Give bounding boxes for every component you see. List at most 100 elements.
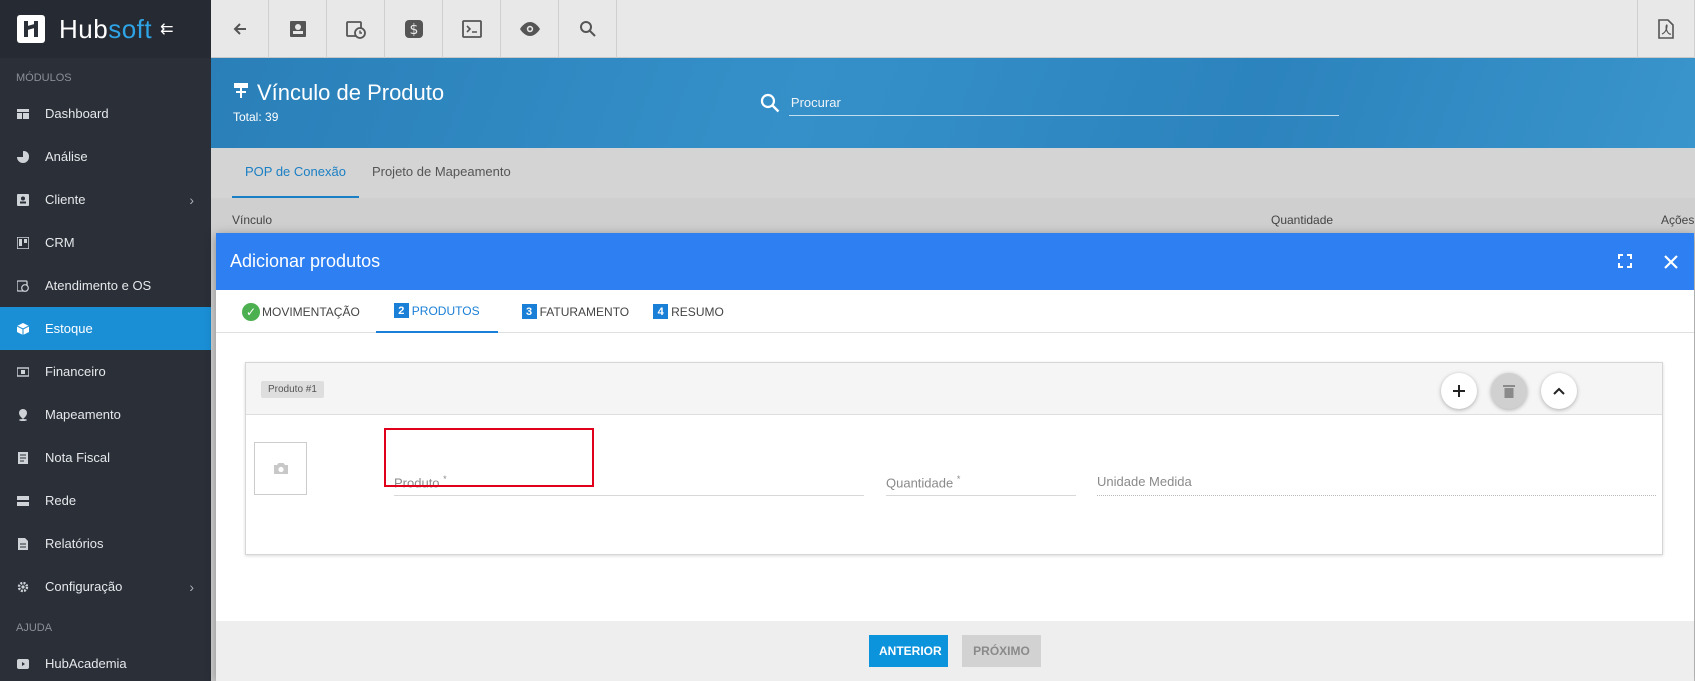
sidebar-item-label: Relatórios	[45, 536, 104, 551]
collapse-card-button[interactable]	[1541, 373, 1577, 409]
chevron-right-icon: ›	[189, 578, 194, 595]
step-label: MOVIMENTAÇÃO	[262, 304, 360, 319]
page-tabs: POP de Conexão Projeto de Mapeamento	[211, 148, 1695, 198]
sidebar-item-dashboard[interactable]: Dashboard	[0, 92, 211, 135]
chevron-right-icon: ›	[189, 191, 194, 208]
step-resumo[interactable]: 4 RESUMO	[653, 290, 724, 333]
sidebar-item-label: Dashboard	[45, 106, 109, 121]
section-label-modules: MÓDULOS	[16, 72, 72, 84]
quantidade-field[interactable]: Quantidade *	[886, 468, 1076, 496]
sidebar-item-nota-fiscal[interactable]: Nota Fiscal	[0, 436, 211, 479]
page-header: Vínculo de Produto Total: 39	[211, 58, 1695, 148]
back-button[interactable]	[211, 0, 269, 58]
table-header: Vínculo Quantidade Ações	[211, 206, 1695, 234]
sidebar-item-label: Rede	[45, 493, 77, 508]
pie-chart-icon	[17, 150, 29, 163]
sidebar-item-hubacademia[interactable]: HubAcademia	[0, 642, 211, 681]
search-bar	[760, 90, 1339, 116]
eye-icon	[519, 22, 540, 36]
section-label-help: AJUDA	[16, 622, 53, 634]
tab-pop-conexao[interactable]: POP de Conexão	[232, 148, 359, 198]
next-button[interactable]: PRÓXIMO	[962, 635, 1041, 667]
sidebar-item-label: Mapeamento	[45, 407, 121, 422]
sidebar-item-atendimento[interactable]: Atendimento e OS	[0, 264, 211, 307]
check-circle-icon: ✓	[242, 302, 260, 321]
client-button[interactable]	[269, 0, 327, 58]
search-input[interactable]	[790, 95, 1339, 110]
view-button[interactable]	[501, 0, 559, 58]
search-button[interactable]	[559, 0, 617, 58]
collapse-sidebar-icon[interactable]: ⇇	[160, 19, 173, 39]
fullscreen-button[interactable]	[1602, 253, 1648, 270]
map-pin-icon	[19, 408, 27, 421]
wizard-steps: ✓ MOVIMENTAÇÃO 2 PRODUTOS 3 FATURAMENTO …	[216, 290, 1694, 333]
pdf-file-icon	[1658, 19, 1674, 39]
add-product-button[interactable]	[1441, 373, 1477, 409]
step-number: 2	[393, 303, 409, 318]
logo-bar: Hubsoft ⇇	[0, 0, 211, 58]
gear-icon	[17, 581, 29, 592]
schedule-button[interactable]	[327, 0, 385, 58]
required-mark: *	[956, 474, 961, 484]
modal-title: Adicionar produtos	[230, 251, 381, 271]
calendar-clock-icon	[17, 279, 29, 292]
dashboard-icon	[17, 108, 29, 119]
step-movimentacao[interactable]: ✓ MOVIMENTAÇÃO	[242, 290, 360, 333]
close-icon	[1664, 254, 1678, 269]
product-photo-placeholder[interactable]	[254, 442, 307, 495]
server-icon	[17, 495, 29, 506]
sidebar-item-label: Configuração	[45, 579, 123, 594]
sidebar-item-configuracao[interactable]: Configuração ›	[0, 565, 211, 608]
previous-button[interactable]: ANTERIOR	[869, 635, 948, 667]
column-acoes: Ações	[1661, 213, 1695, 227]
top-toolbar: $	[211, 0, 1695, 58]
sidebar-item-label: CRM	[45, 235, 75, 250]
sidebar-item-estoque[interactable]: Estoque	[0, 307, 211, 350]
highlight-annotation	[384, 428, 594, 487]
modal-actions	[1602, 253, 1694, 270]
sidebar-item-analise[interactable]: Análise	[0, 135, 211, 178]
sidebar-item-label: Atendimento e OS	[45, 278, 152, 293]
column-quantidade: Quantidade	[1271, 213, 1334, 227]
sidebar-item-cliente[interactable]: Cliente ›	[0, 178, 211, 221]
step-produtos[interactable]: 2 PRODUTOS	[375, 290, 498, 333]
unidade-medida-field: Unidade Medida	[1097, 468, 1656, 496]
step-faturamento[interactable]: 3 FATURAMENTO	[521, 290, 630, 333]
sidebar: Hubsoft ⇇ MÓDULOS Dashboard Análise Clie…	[0, 0, 211, 681]
box-icon	[17, 322, 29, 335]
pin-icon	[233, 82, 249, 105]
sidebar-item-financeiro[interactable]: Financeiro	[0, 350, 211, 393]
step-label: FATURAMENTO	[539, 304, 630, 319]
dollar-icon: $	[404, 20, 423, 38]
product-number-chip: Produto #1	[261, 381, 324, 398]
camera-icon	[273, 463, 288, 474]
step-number: 3	[521, 304, 537, 319]
sidebar-item-label: Estoque	[45, 321, 93, 336]
modal-footer: ANTERIOR PRÓXIMO	[216, 621, 1694, 681]
sidebar-item-label: HubAcademia	[45, 656, 127, 671]
sidebar-item-rede[interactable]: Rede	[0, 479, 211, 522]
brand-name: Hubsoft	[59, 13, 153, 44]
pdf-button[interactable]	[1637, 0, 1695, 58]
sidebar-item-label: Análise	[45, 149, 88, 164]
finance-button[interactable]: $	[385, 0, 443, 58]
close-button[interactable]	[1648, 254, 1694, 270]
product-card-header: Produto #1	[246, 363, 1662, 415]
hubsoft-logo-icon	[17, 15, 45, 43]
search-icon	[579, 21, 596, 37]
contact-card-icon	[17, 193, 29, 206]
sidebar-item-relatorios[interactable]: Relatórios	[0, 522, 211, 565]
sidebar-item-label: Nota Fiscal	[45, 450, 111, 465]
arrow-left-icon	[233, 23, 246, 35]
page-title-text: Vínculo de Produto	[257, 80, 445, 105]
step-number: 4	[653, 304, 669, 319]
fullscreen-icon	[1618, 253, 1632, 268]
total-count: Total: 39	[233, 110, 279, 124]
sidebar-item-label: Cliente	[45, 192, 86, 207]
sidebar-item-crm[interactable]: CRM	[0, 221, 211, 264]
delete-product-button[interactable]	[1491, 373, 1527, 409]
terminal-button[interactable]	[443, 0, 501, 58]
sidebar-item-mapeamento[interactable]: Mapeamento	[0, 393, 211, 436]
contact-card-icon	[289, 21, 306, 37]
tab-projeto-mapeamento[interactable]: Projeto de Mapeamento	[359, 148, 524, 198]
